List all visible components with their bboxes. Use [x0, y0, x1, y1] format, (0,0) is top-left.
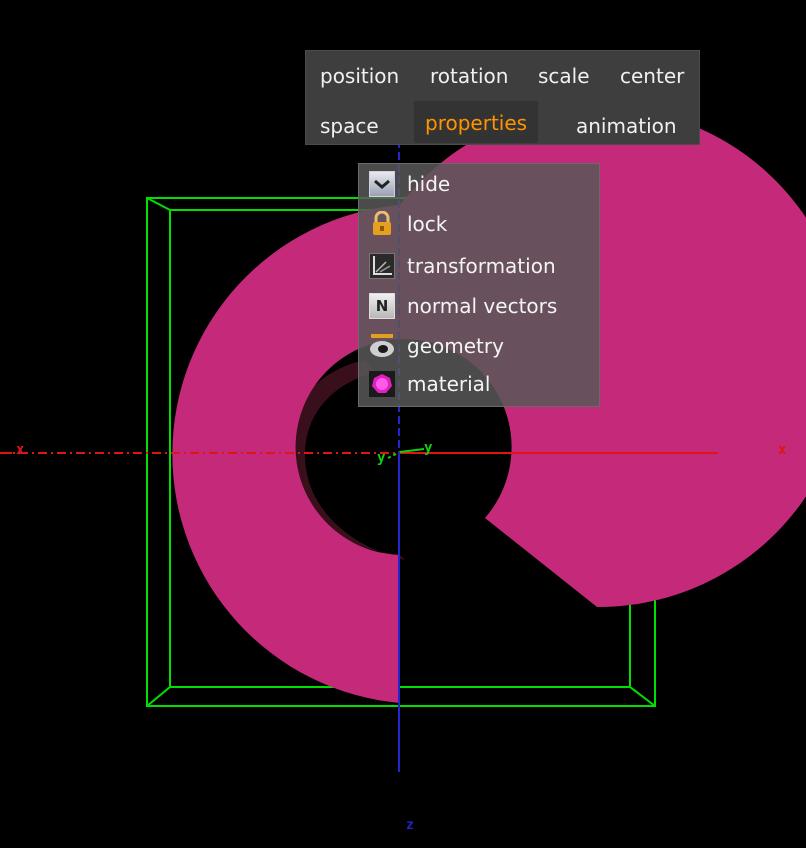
menu-rotation[interactable]: rotation [430, 57, 508, 95]
property-menu-bar: position rotation scale center space pro… [305, 50, 700, 145]
properties-dropdown: hide lock transformation N normal vector… [358, 163, 600, 407]
z-axis-label: z [406, 818, 414, 833]
material-icon [369, 371, 395, 397]
menu-item-geometry[interactable]: geometry [369, 328, 504, 364]
geometry-icon [369, 333, 395, 359]
menu-item-label: normal vectors [407, 294, 558, 318]
y-axis-label-left: y [377, 450, 386, 466]
menu-position[interactable]: position [320, 57, 399, 95]
transformation-icon [369, 253, 395, 279]
menu-item-label: transformation [407, 254, 556, 278]
normal-vectors-icon: N [369, 293, 395, 319]
menu-properties[interactable]: properties [414, 101, 539, 143]
menu-item-transformation[interactable]: transformation [369, 248, 556, 284]
lock-icon [369, 211, 395, 237]
menu-item-label: material [407, 372, 491, 396]
menu-item-lock[interactable]: lock [369, 206, 447, 242]
hide-icon [369, 171, 395, 197]
y-axis-label-right: y [424, 440, 433, 456]
menu-space[interactable]: space [320, 107, 379, 145]
menu-item-normal-vectors[interactable]: N normal vectors [369, 288, 557, 324]
x-axis-label-right: x [778, 442, 787, 458]
menu-item-label: hide [407, 172, 451, 196]
menu-scale[interactable]: scale [538, 57, 590, 95]
menu-center[interactable]: center [620, 57, 684, 95]
menu-item-hide[interactable]: hide [369, 166, 450, 202]
menu-item-label: geometry [407, 334, 504, 358]
x-axis-label-left: x [16, 442, 25, 458]
menu-item-material[interactable]: material [369, 366, 490, 402]
menu-animation[interactable]: animation [576, 107, 677, 145]
menu-item-label: lock [407, 212, 448, 236]
